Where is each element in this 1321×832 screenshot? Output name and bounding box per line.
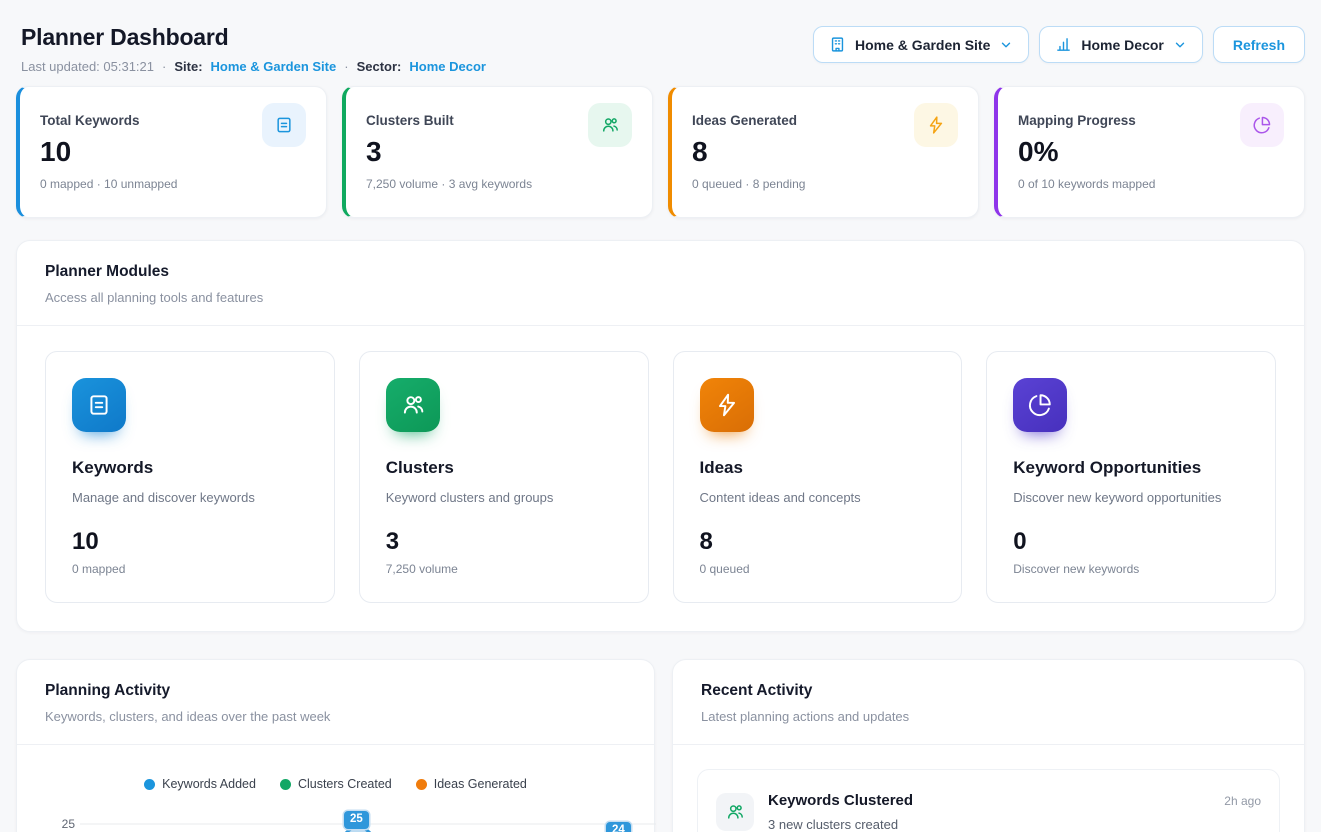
site-selector-dropdown[interactable]: Home & Garden Site <box>813 26 1029 63</box>
last-updated-text: Last updated: 05:31:21 <box>21 59 154 74</box>
module-value: 3 <box>386 528 622 556</box>
header-actions: Home & Garden Site Home Decor Refresh <box>813 26 1305 63</box>
sector-link[interactable]: Home Decor <box>409 59 486 74</box>
chart-legend: Keywords Added Clusters Created Ideas Ge… <box>27 777 644 791</box>
site-link[interactable]: Home & Garden Site <box>211 59 337 74</box>
modules-header: Planner Modules Access all planning tool… <box>17 241 1304 325</box>
site-selector-value: Home & Garden Site <box>855 37 990 53</box>
module-card-ideas[interactable]: Ideas Content ideas and concepts 8 0 que… <box>673 351 963 603</box>
meta-separator: · <box>344 59 348 74</box>
legend-item-ideas-generated[interactable]: Ideas Generated <box>416 777 527 791</box>
stat-card-clusters-built: Clusters Built 3 7,250 volume · 3 avg ke… <box>342 86 653 218</box>
document-icon <box>72 378 126 432</box>
chart-plot-area: 25 25 24 <box>27 807 644 832</box>
header-meta: Last updated: 05:31:21 · Site: Home & Ga… <box>21 59 486 74</box>
module-value: 10 <box>72 528 308 556</box>
recent-activity-title: Recent Activity <box>701 682 1276 700</box>
legend-item-keywords-added[interactable]: Keywords Added <box>144 777 256 791</box>
y-axis-tick: 25 <box>51 817 75 831</box>
activity-content: Keywords Clustered 2h ago 3 new clusters… <box>768 792 1261 832</box>
building-icon <box>829 36 846 53</box>
module-card-keyword-opportunities[interactable]: Keyword Opportunities Discover new keywo… <box>986 351 1276 603</box>
legend-dot-orange <box>416 779 427 790</box>
module-value: 0 <box>1013 528 1249 556</box>
bolt-icon <box>700 378 754 432</box>
recent-activity-header: Recent Activity Latest planning actions … <box>673 660 1304 744</box>
bolt-icon <box>914 103 958 147</box>
page-header: Planner Dashboard Last updated: 05:31:21… <box>16 12 1305 74</box>
modules-title: Planner Modules <box>45 263 1276 281</box>
module-title: Keyword Opportunities <box>1013 458 1249 478</box>
legend-dot-blue <box>144 779 155 790</box>
refresh-button[interactable]: Refresh <box>1213 26 1305 63</box>
module-sub: Discover new keywords <box>1013 562 1249 576</box>
module-title: Keywords <box>72 458 308 478</box>
bar-chart-icon <box>1055 36 1072 53</box>
module-title: Clusters <box>386 458 622 478</box>
stat-card-mapping-progress: Mapping Progress 0% 0 of 10 keywords map… <box>994 86 1305 218</box>
stat-sub: 0 queued · 8 pending <box>692 177 958 191</box>
activity-description: 3 new clusters created <box>768 817 1261 832</box>
module-description: Discover new keyword opportunities <box>1013 490 1249 505</box>
users-icon <box>588 103 632 147</box>
meta-separator: · <box>162 59 166 74</box>
planner-dashboard-page: Planner Dashboard Last updated: 05:31:21… <box>0 0 1321 832</box>
header-left: Planner Dashboard Last updated: 05:31:21… <box>16 12 486 74</box>
stat-sub: 7,250 volume · 3 avg keywords <box>366 177 632 191</box>
stat-card-ideas-generated: Ideas Generated 8 0 queued · 8 pending <box>668 86 979 218</box>
legend-label: Ideas Generated <box>434 777 527 791</box>
users-icon <box>386 378 440 432</box>
legend-item-clusters-created[interactable]: Clusters Created <box>280 777 392 791</box>
legend-label: Keywords Added <box>162 777 256 791</box>
sector-selector-dropdown[interactable]: Home Decor <box>1039 26 1202 63</box>
module-sub: 0 queued <box>700 562 936 576</box>
recent-activity-list: Keywords Clustered 2h ago 3 new clusters… <box>673 745 1304 832</box>
pie-icon <box>1013 378 1067 432</box>
chevron-down-icon <box>999 38 1013 52</box>
sector-label: Sector: <box>357 59 402 74</box>
chevron-down-icon <box>1173 38 1187 52</box>
activity-timestamp: 2h ago <box>1224 794 1261 808</box>
legend-label: Clusters Created <box>298 777 392 791</box>
module-description: Manage and discover keywords <box>72 490 308 505</box>
document-icon <box>262 103 306 147</box>
modules-subtitle: Access all planning tools and features <box>45 290 1276 305</box>
module-description: Content ideas and concepts <box>700 490 936 505</box>
stats-row: Total Keywords 10 0 mapped · 10 unmapped… <box>16 86 1305 218</box>
users-icon <box>716 793 754 831</box>
planning-activity-header: Planning Activity Keywords, clusters, an… <box>17 660 654 744</box>
pie-icon <box>1240 103 1284 147</box>
module-title: Ideas <box>700 458 936 478</box>
bottom-row: Planning Activity Keywords, clusters, an… <box>16 659 1305 832</box>
planning-activity-title: Planning Activity <box>45 682 626 700</box>
activity-title: Keywords Clustered <box>768 792 913 809</box>
activity-item-keywords-clustered: Keywords Clustered 2h ago 3 new clusters… <box>697 769 1280 832</box>
planning-activity-subtitle: Keywords, clusters, and ideas over the p… <box>45 709 626 724</box>
recent-activity-panel: Recent Activity Latest planning actions … <box>672 659 1305 832</box>
module-card-keywords[interactable]: Keywords Manage and discover keywords 10… <box>45 351 335 603</box>
stat-card-total-keywords: Total Keywords 10 0 mapped · 10 unmapped <box>16 86 327 218</box>
planning-activity-chart: Keywords Added Clusters Created Ideas Ge… <box>17 745 654 832</box>
planner-modules-panel: Planner Modules Access all planning tool… <box>16 240 1305 632</box>
module-value: 8 <box>700 528 936 556</box>
module-card-clusters[interactable]: Clusters Keyword clusters and groups 3 7… <box>359 351 649 603</box>
site-label: Site: <box>174 59 202 74</box>
sector-selector-value: Home Decor <box>1081 37 1163 53</box>
planning-activity-panel: Planning Activity Keywords, clusters, an… <box>16 659 655 832</box>
modules-grid: Keywords Manage and discover keywords 10… <box>17 326 1304 631</box>
module-sub: 0 mapped <box>72 562 308 576</box>
stat-sub: 0 of 10 keywords mapped <box>1018 177 1284 191</box>
module-description: Keyword clusters and groups <box>386 490 622 505</box>
stat-sub: 0 mapped · 10 unmapped <box>40 177 306 191</box>
page-title: Planner Dashboard <box>21 24 486 51</box>
legend-dot-green <box>280 779 291 790</box>
point-label-24: 24 <box>606 822 631 832</box>
module-sub: 7,250 volume <box>386 562 622 576</box>
point-label-25: 25 <box>344 811 369 829</box>
recent-activity-subtitle: Latest planning actions and updates <box>701 709 1276 724</box>
